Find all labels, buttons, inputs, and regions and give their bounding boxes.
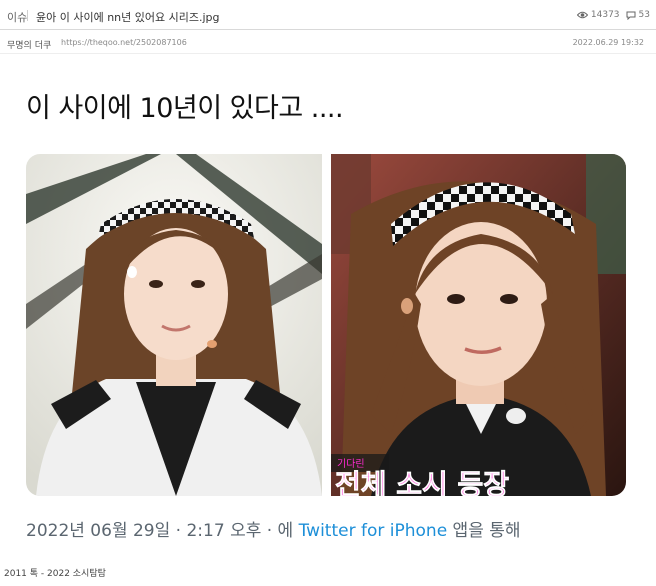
post-stats: 14373 53 <box>576 10 650 20</box>
header-divider <box>27 10 28 21</box>
post-title: 윤아 이 사이에 nn년 있어요 시리즈.jpg <box>36 11 220 24</box>
category-label[interactable]: 이슈 <box>7 9 27 25</box>
headband-photo-2011 <box>26 154 322 496</box>
post-date: 2022.06.29 19:32 <box>572 38 644 47</box>
author-name: 무명의 더쿠 <box>7 41 52 51</box>
post-footer-text: 2011 톡 - 2022 소시탐탐 <box>4 569 106 579</box>
post-url[interactable]: https://theqoo.net/2502087106 <box>61 38 187 47</box>
tweet-timestamp: 2022년 06월 29일 · 2:17 오후 · 에 Twitter for … <box>26 516 521 541</box>
tweet-text: 이 사이에 10년이 있다고 .... <box>26 93 344 124</box>
tweet-image-left[interactable] <box>26 154 322 496</box>
view-count: 14373 <box>590 10 620 20</box>
timestamp-time[interactable]: 2:17 오후 <box>186 521 261 541</box>
comment-count[interactable]: 53 <box>639 10 650 20</box>
comment-icon <box>626 11 636 20</box>
via-prefix: · 에 <box>261 521 299 541</box>
via-suffix: 앱을 통해 <box>447 521 521 541</box>
post-meta: 무명의 더쿠 https://theqoo.net/2502087106 202… <box>0 30 656 54</box>
twitter-client-link[interactable]: Twitter for iPhone <box>299 521 448 541</box>
timestamp-date[interactable]: 2022년 06월 29일 <box>26 521 170 541</box>
timestamp-separator: · <box>170 521 187 541</box>
post-header: 이슈 윤아 이 사이에 nn년 있어요 시리즈.jpg 14373 53 <box>0 0 656 30</box>
eye-icon <box>576 11 588 19</box>
right-caption-big: 전체 소시 등장 <box>335 468 509 496</box>
tweet-image-right[interactable]: 기다린 전체 소시 등장 <box>331 154 626 496</box>
headband-photo-2022: 기다린 전체 소시 등장 <box>331 154 626 496</box>
